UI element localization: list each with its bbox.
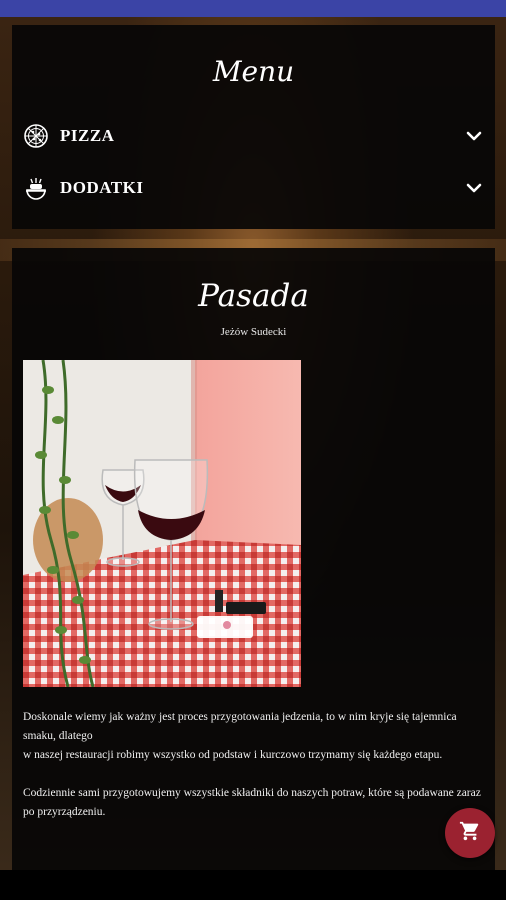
restaurant-name: Pasada [198,278,309,314]
navigation-bar [0,870,506,900]
description-paragraph: Doskonale wiemy jak ważny jest proces pr… [23,711,457,742]
menu-panel: Menu PIZZA DODATKI [12,25,495,229]
description-paragraph: Codziennie sami przygotowujemy wszystkie… [23,787,481,799]
food-tray-icon [22,174,50,202]
description-paragraph: po przyrządzeniu. [23,806,106,818]
pizza-icon [22,122,50,150]
chevron-down-icon[interactable] [463,177,485,199]
restaurant-description: Doskonale wiemy jak ważny jest proces pr… [23,708,483,822]
chevron-down-icon[interactable] [463,125,485,147]
menu-title: Menu [212,55,295,88]
restaurant-photo [23,360,301,687]
restaurant-location: Jeżów Sudecki [220,326,287,338]
category-label: DODATKI [60,178,144,197]
cart-button[interactable] [445,808,495,858]
restaurant-panel: Pasada Jeżów Sudecki Doskonale wiemy jak… [12,248,495,870]
description-paragraph: w naszej restauracji robimy wszystko od … [23,749,443,761]
category-pizza[interactable]: PIZZA [22,120,485,152]
status-bar [0,0,506,17]
category-label: PIZZA [60,126,115,145]
cart-icon [459,820,481,846]
category-dodatki[interactable]: DODATKI [22,172,485,204]
